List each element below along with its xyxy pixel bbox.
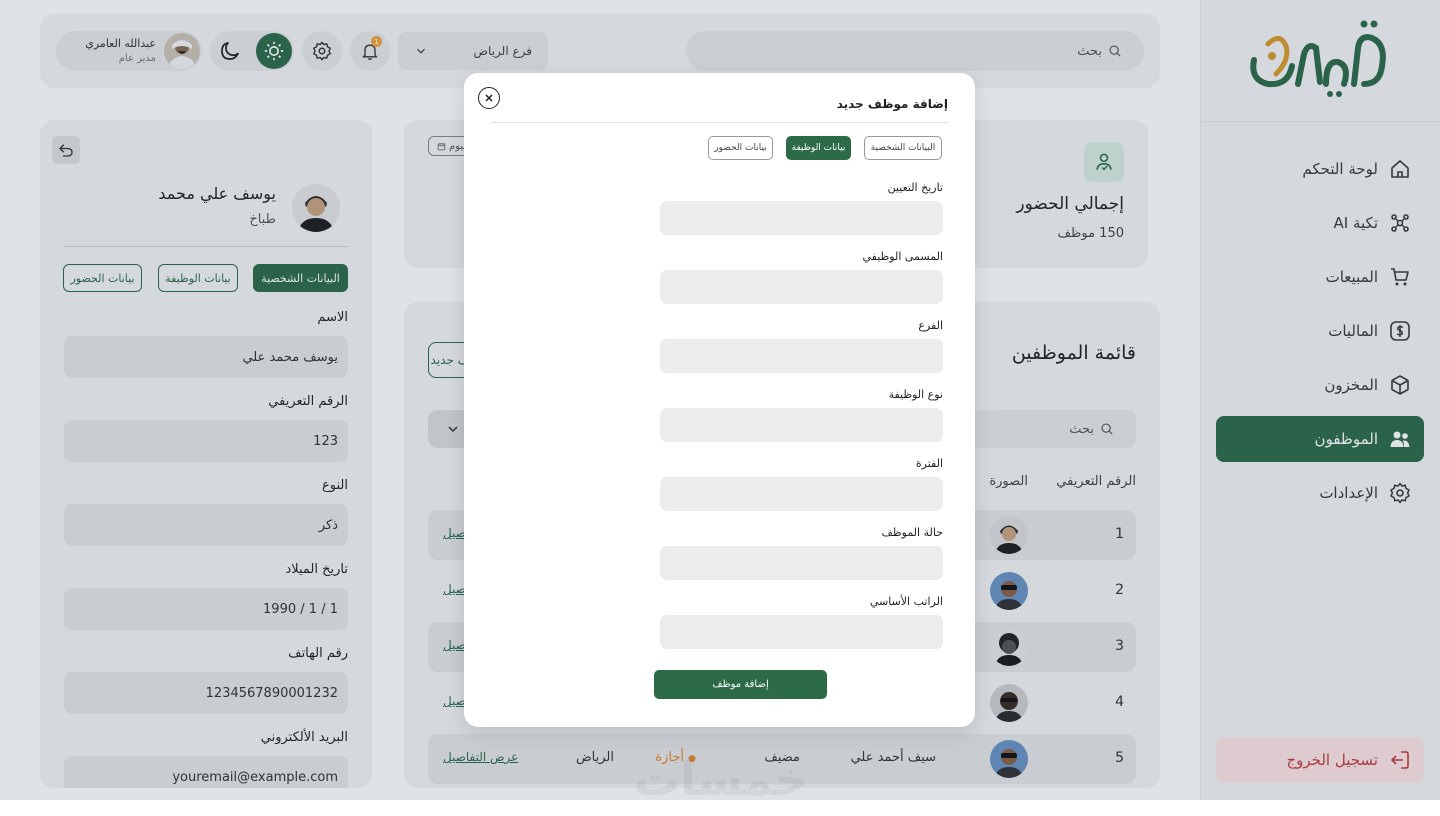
watermark: خمسات [633,752,808,800]
modal-tab-attendance-data[interactable]: بيانات الحضور [708,136,773,160]
modal-tab-personal-data[interactable]: البيانات الشخصية [864,136,942,160]
job-type-label: نوع الوظيفة [888,388,943,401]
hire-date-input[interactable] [660,201,943,235]
hire-date-label: تاريخ التعيين [887,181,943,194]
base-salary-input[interactable] [660,615,943,649]
shift-label: الفترة [915,457,943,470]
job-title-label: المسمى الوظيفي [862,250,943,263]
close-icon[interactable] [478,87,500,109]
modal-title: إضافة موظف جديد [836,97,948,111]
employee-status-input[interactable] [660,546,943,580]
shift-input[interactable] [660,477,943,511]
base-salary-label: الراتب الأساسي [869,595,943,608]
job-type-input[interactable] [660,408,943,442]
branch-input[interactable] [660,339,943,373]
branch-label: الفرع [918,319,943,332]
add-employee-modal: إضافة موظف جديد البيانات الشخصية بيانات … [464,73,975,727]
modal-tab-job-data[interactable]: بيانات الوظيفة [786,136,851,160]
job-title-input[interactable] [660,270,943,304]
modal-divider [491,122,948,123]
add-employee-submit-button[interactable]: إضافة موظف [654,670,827,699]
employee-status-label: حالة الموظف [881,526,944,539]
app-shell: لوحة التحكم تكية AI المبيعات الماليات ال… [0,0,1440,800]
